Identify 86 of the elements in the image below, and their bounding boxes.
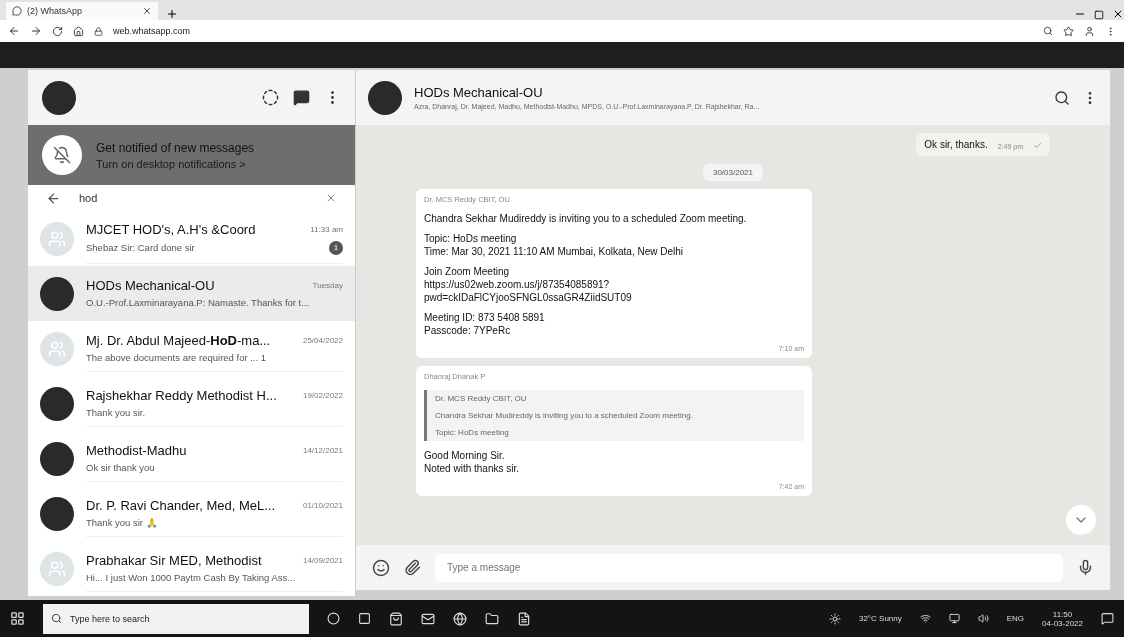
clear-icon[interactable] <box>325 192 337 204</box>
store-icon[interactable] <box>389 611 403 626</box>
message-text: Passcode: 7YPeRc <box>424 325 512 336</box>
chat-preview: Shebaz Sir: Card done sir <box>86 242 195 253</box>
weather-icon <box>828 612 841 625</box>
quote-sender: Dr. MCS Reddy CBIT, OU <box>435 394 528 403</box>
message-text: Chandra Sekhar Mudireddy is inviting you to a scheduled Zoom meeting. <box>424 213 748 224</box>
chat-name: MJCET HOD's, A.H's &Coord <box>86 221 256 237</box>
language-indicator[interactable]: ENG <box>1006 614 1025 623</box>
message-text: pwd=ckIDaFlCYjooSFNGL0ssaGR4ZiidSUT09 <box>424 292 633 303</box>
star-icon[interactable] <box>1063 25 1074 37</box>
chat-preview: Ok sir thank you <box>86 462 155 473</box>
chat-name: Prabhakar Sir MED, Methodist <box>86 553 262 568</box>
chat-time: 19/02/2022 <box>302 391 343 400</box>
chat-preview: Thank you sir 🙏 <box>86 517 158 528</box>
chat-name: Methodist-Madhu <box>86 443 187 458</box>
taskbar-search-field[interactable]: Type here to search <box>43 603 309 634</box>
chat-preview: The above documents are required for ... 1 <box>86 352 267 363</box>
close-icon[interactable] <box>1112 8 1124 20</box>
back-icon[interactable] <box>8 25 20 37</box>
chat-time: 11:33 am <box>310 224 343 234</box>
home-icon[interactable] <box>73 25 84 37</box>
chat-preview: Hi... I just Won 1000 Paytm Cash By Taking Ass... <box>86 572 296 583</box>
search-icon[interactable] <box>1054 89 1070 106</box>
task-view-icon[interactable] <box>358 612 371 625</box>
chat-time: 14/09/2021 <box>302 556 343 565</box>
browser-icon[interactable] <box>453 611 467 626</box>
chat-time: 14/12/2021 <box>302 446 343 455</box>
message-text: Meeting ID: 873 5408 5891 <box>424 312 546 323</box>
search-icon <box>51 613 62 624</box>
reload-icon[interactable] <box>52 25 63 37</box>
chat-name: HODs Mechanical-OU <box>86 278 215 293</box>
attach-icon[interactable] <box>404 559 421 576</box>
bell-off-icon <box>42 135 82 175</box>
volume-icon[interactable] <box>977 613 989 624</box>
browser-tab[interactable]: (2) WhatsApp <box>6 2 158 20</box>
message-text: Topic: HoDs meeting <box>424 233 518 244</box>
new-chat-icon[interactable] <box>293 89 310 106</box>
new-tab-icon[interactable] <box>166 8 178 20</box>
group-avatar[interactable] <box>368 80 402 115</box>
emoji-icon[interactable] <box>372 558 390 577</box>
mail-icon[interactable] <box>421 611 435 626</box>
chat-time: 25/04/2022 <box>302 336 343 345</box>
address-field[interactable]: web.whatsapp.com <box>113 26 191 36</box>
back-icon[interactable] <box>46 190 61 206</box>
forward-icon[interactable] <box>30 25 42 37</box>
chat-title: HODs Mechanical-OU <box>414 85 544 100</box>
microphone-icon[interactable] <box>1077 559 1094 576</box>
chat-time: Tuesday <box>312 281 343 290</box>
close-icon[interactable] <box>142 6 152 16</box>
search-icon[interactable] <box>1043 26 1053 36</box>
tab-title: (2) WhatsApp <box>27 6 83 16</box>
windows-icon[interactable] <box>10 611 25 626</box>
display-icon[interactable] <box>948 613 960 624</box>
chat-time: 01/10/2021 <box>302 501 343 510</box>
maximize-icon[interactable] <box>1094 10 1104 20</box>
chat-preview: Thank you sir. <box>86 407 146 418</box>
clock-date: 04-03-2022 <box>1042 618 1083 628</box>
message-text: Noted with thanks sir. <box>424 463 521 474</box>
message-field[interactable]: Type a message <box>435 553 1063 582</box>
quote-text: Topic: HoDs meeting <box>435 428 510 437</box>
notifications-icon[interactable] <box>1101 612 1114 625</box>
message-text: https://us02web.zoom.us/j/87354085891? <box>424 279 611 290</box>
chat-name: Mj. Dr. Abdul Majeed-HoD-ma... <box>86 333 271 348</box>
chat-preview: O.U.-Prof.Laxminarayana.P: Namaste. Thanks for t... <box>86 297 310 308</box>
message-text: Time: Mar 30, 2021 11:10 AM Mumbai, Kolkata, New Delhi <box>424 246 684 257</box>
profile-icon[interactable] <box>1084 25 1095 37</box>
clock-time: 11:50 <box>1052 609 1073 619</box>
quote-text: Chandra Sekhar Mudireddy is inviting you to a scheduled Zoom meeting. <box>435 411 694 420</box>
chat-item[interactable]: HODs Mechanical-OU Tuesday O.U.-Prof.Laxminarayana.P: Namaste. Thanks for t... <box>28 266 355 321</box>
message-text: Ok sir, thanks. <box>924 139 988 150</box>
unread-count: 1 <box>329 240 343 255</box>
date-label: 30/03/2021 <box>702 164 763 181</box>
network-icon[interactable] <box>919 613 931 624</box>
folder-icon[interactable] <box>485 611 499 626</box>
lock-icon <box>94 26 103 36</box>
chat-name: Rajshekhar Reddy Methodist H... <box>86 388 277 403</box>
message-text: Good Morning Sir. <box>424 450 506 461</box>
search-field[interactable]: hod <box>77 191 309 205</box>
weather-text: 32°C Sunny <box>858 614 902 623</box>
banner-title: Get notified of new messages <box>96 140 255 155</box>
chat-name: Dr. P. Ravi Chander, Med, MeL... <box>86 498 276 513</box>
check-icon <box>1033 141 1042 150</box>
status-icon[interactable] <box>262 89 279 106</box>
profile-avatar[interactable] <box>42 80 76 115</box>
message-text: Join Zoom Meeting <box>424 266 511 277</box>
